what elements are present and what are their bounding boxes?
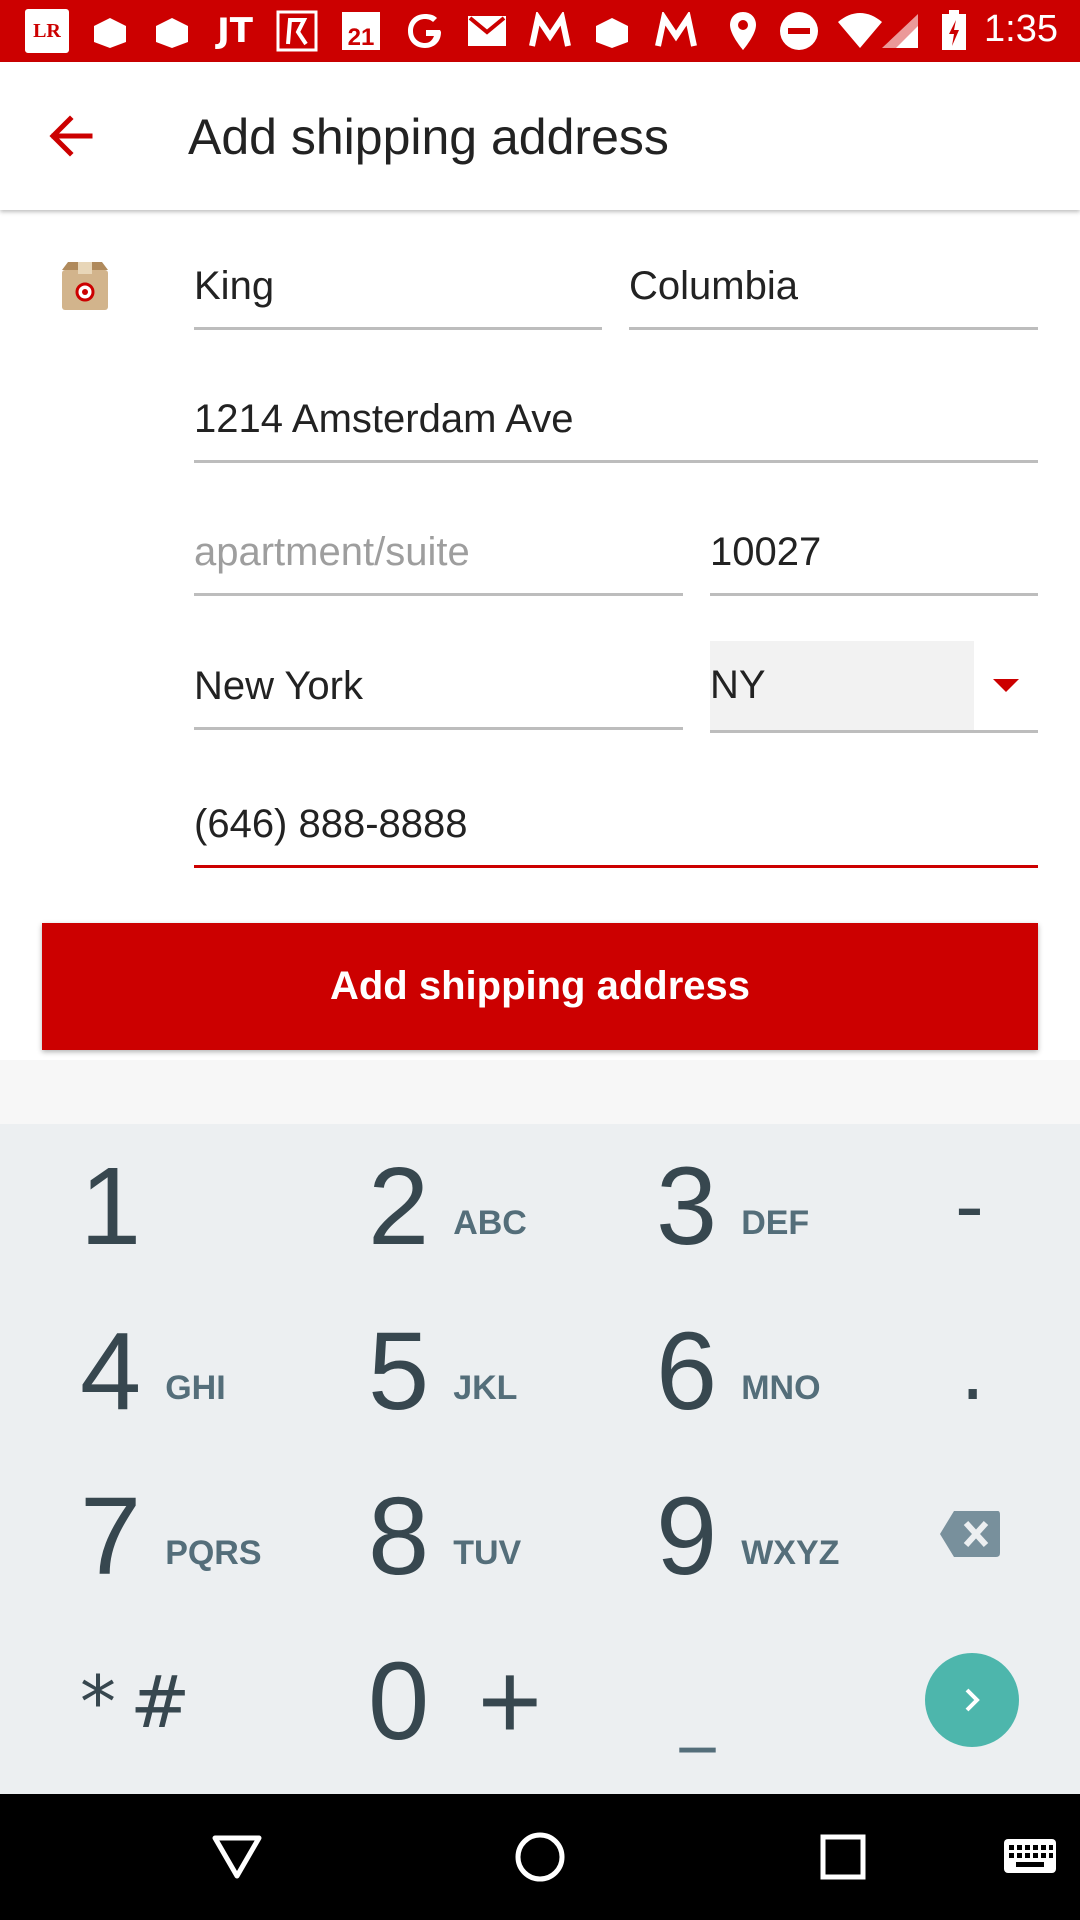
gmail-icon [468, 16, 506, 46]
dropdown-arrow [974, 641, 1038, 730]
box-icon [94, 18, 126, 48]
battery-icon [942, 10, 966, 50]
m-icon [529, 12, 571, 47]
phone-field[interactable]: (646) 888-8888 [194, 798, 1038, 868]
divider [0, 1060, 1080, 1124]
key-period[interactable]: . [960, 1289, 985, 1454]
lr-icon: LR [25, 9, 69, 53]
city-field[interactable]: New York [194, 660, 683, 730]
keyboard-icon[interactable] [997, 1824, 1063, 1890]
zip-field[interactable]: 10027 [710, 526, 1038, 596]
key-space[interactable]: _ [680, 1619, 715, 1784]
forever21-icon: 21 [342, 12, 380, 51]
box-icon [596, 18, 628, 48]
svg-text:21: 21 [348, 24, 375, 51]
recents-square-icon[interactable] [810, 1824, 876, 1890]
key-8[interactable]: 8 TUV [368, 1454, 521, 1619]
phone-value: (646) 888-8888 [194, 802, 468, 846]
first-name-value: King [194, 264, 275, 308]
state-dropdown[interactable]: NY [710, 641, 1038, 733]
chevron-down-icon [993, 679, 1019, 692]
jt-icon: JT [217, 11, 253, 51]
location-icon [730, 12, 756, 50]
page-title: Add shipping address [188, 109, 669, 165]
address-form: King Columbia 1214 Amsterdam Ave apartme… [0, 210, 1080, 1060]
navigation-bar [0, 1794, 1080, 1920]
last-name-value: Columbia [629, 264, 798, 308]
chevron-right-icon [965, 1688, 980, 1712]
street-address-field[interactable]: 1214 Amsterdam Ave [194, 393, 1038, 463]
google-icon [408, 14, 441, 48]
arrow-back-icon[interactable] [42, 106, 102, 166]
app-bar: Add shipping address [0, 62, 1080, 210]
state-value: NY [710, 663, 766, 707]
city-value: New York [194, 664, 363, 708]
box-icon [156, 18, 188, 48]
go-button[interactable] [925, 1653, 1019, 1747]
key-5[interactable]: 5 JKL [368, 1289, 517, 1454]
street-value: 1214 Amsterdam Ave [194, 397, 574, 441]
m-icon [655, 12, 697, 47]
first-name-field[interactable]: King [194, 260, 602, 330]
key-6[interactable]: 6 MNO [656, 1289, 821, 1454]
zip-value: 10027 [710, 530, 822, 574]
key-1[interactable]: 1 [80, 1124, 141, 1289]
key-9[interactable]: 9 WXYZ [656, 1454, 839, 1619]
key-2[interactable]: 2 ABC [368, 1124, 527, 1289]
key-dash[interactable]: - [955, 1124, 984, 1289]
wifi-icon [838, 13, 882, 48]
back-triangle-icon[interactable] [204, 1824, 270, 1890]
backspace-icon[interactable] [938, 1509, 1002, 1559]
apartment-placeholder: apartment/suite [194, 530, 470, 574]
last-name-field[interactable]: Columbia [629, 260, 1038, 330]
status-bar: LR JT 21 1:35 [0, 0, 1080, 62]
clock: 1:35 [984, 8, 1058, 50]
key-4[interactable]: 4 GHI [80, 1289, 226, 1454]
key-3[interactable]: 3 DEF [656, 1124, 809, 1289]
signal-icon [882, 14, 918, 48]
dnd-icon [780, 12, 818, 50]
key-star-hash[interactable]: *# [80, 1619, 204, 1784]
home-circle-icon[interactable] [507, 1824, 573, 1890]
apartment-field[interactable]: apartment/suite [194, 526, 683, 596]
package-icon [62, 262, 108, 310]
app-icon [276, 10, 318, 52]
key-0-plus[interactable]: 0 + [368, 1619, 542, 1784]
add-shipping-address-button[interactable]: Add shipping address [42, 923, 1038, 1050]
key-7[interactable]: 7 PQRS [80, 1454, 262, 1619]
